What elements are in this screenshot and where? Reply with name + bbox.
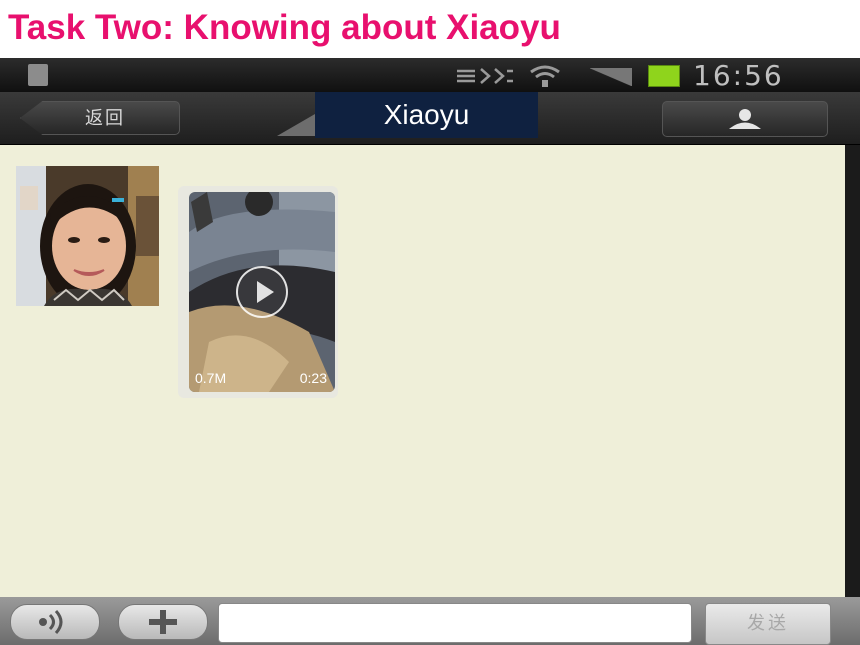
back-button[interactable]: 返回: [20, 101, 180, 135]
signal-icon: [590, 68, 632, 86]
status-bar: 16:56: [0, 58, 860, 92]
play-icon[interactable]: [236, 266, 288, 318]
wifi-icon: [530, 65, 560, 87]
profile-button[interactable]: [662, 101, 828, 137]
chat-area: 0.7M 0:23: [0, 145, 845, 597]
video-message[interactable]: 0.7M 0:23: [178, 186, 338, 398]
title-notch: [277, 114, 315, 136]
status-time: 16:56: [693, 59, 784, 92]
slide-title: Task Two: Knowing about Xiaoyu: [8, 8, 561, 47]
title-bar: 返回 Xiaoyu: [0, 92, 860, 145]
voice-button[interactable]: [10, 604, 100, 640]
plus-icon: [149, 610, 177, 634]
video-size: 0.7M: [195, 370, 227, 386]
contact-name: Xiaoyu: [315, 92, 538, 138]
battery-icon: [648, 65, 680, 87]
sim-card-icon: [28, 64, 48, 86]
phone-screen: 16:56 返回 Xiaoyu 0.7M 0:23 发送: [0, 58, 860, 645]
person-icon: [729, 109, 761, 129]
message-input[interactable]: [218, 603, 692, 643]
send-button[interactable]: 发送: [705, 603, 831, 645]
avatar[interactable]: [16, 166, 159, 306]
data-sync-icon: [457, 68, 513, 84]
plus-button[interactable]: [118, 604, 208, 640]
input-bar: 发送: [0, 597, 860, 645]
video-thumbnail: 0.7M 0:23: [189, 192, 335, 392]
voice-icon: [39, 610, 63, 634]
video-duration: 0:23: [299, 370, 327, 386]
